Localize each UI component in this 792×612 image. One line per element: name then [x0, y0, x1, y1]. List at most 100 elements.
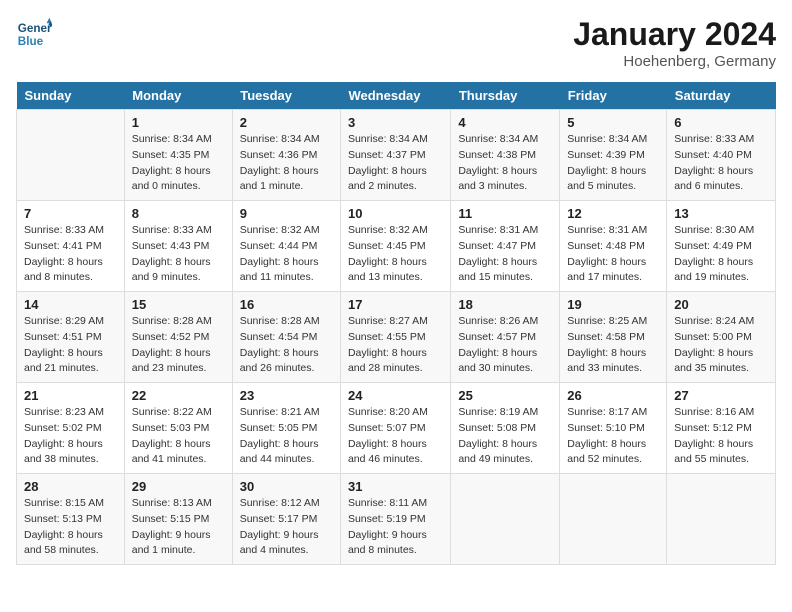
calendar-day-cell: 13Sunrise: 8:30 AMSunset: 4:49 PMDayligh… — [667, 201, 776, 292]
calendar-day-cell: 14 Sunrise: 8:29 AMSunset: 4:51 PMDayligh… — [17, 292, 125, 383]
day-number: 27 — [674, 388, 768, 403]
day-number: 22 — [132, 388, 225, 403]
day-number: 7 — [24, 206, 117, 221]
day-info: Sunrise: 8:33 AMSunset: 4:43 PMDaylight:… — [132, 223, 225, 286]
day-info: Sunrise: 8:21 AMSunset: 5:05 PMDaylight:… — [240, 405, 333, 468]
day-info: Sunrise: 8:23 AMSunset: 5:02 PMDaylight:… — [24, 405, 117, 468]
logo-icon: General Blue — [16, 16, 52, 52]
day-number: 26 — [567, 388, 659, 403]
calendar-week-row: 21 Sunrise: 8:23 AMSunset: 5:02 PMDayligh… — [17, 383, 776, 474]
day-info: Sunrise: 8:16 AMSunset: 5:12 PMDaylight:… — [674, 405, 768, 468]
day-number: 11 — [458, 206, 552, 221]
day-info: Sunrise: 8:34 AMSunset: 4:36 PMDaylight:… — [240, 132, 333, 195]
calendar-day-cell: 3 Sunrise: 8:34 AMSunset: 4:37 PMDaylight… — [340, 110, 450, 201]
calendar-day-cell: 21 Sunrise: 8:23 AMSunset: 5:02 PMDayligh… — [17, 383, 125, 474]
calendar-day-cell: 29Sunrise: 8:13 AMSunset: 5:15 PMDayligh… — [124, 474, 232, 565]
page-header: General Blue January 2024 Hoehenberg, Ge… — [16, 16, 776, 70]
weekday-header-cell: Friday — [560, 82, 667, 110]
day-info: Sunrise: 8:15 AMSunset: 5:13 PMDaylight:… — [24, 496, 117, 559]
day-info: Sunrise: 8:28 AMSunset: 4:52 PMDaylight:… — [132, 314, 225, 377]
day-info: Sunrise: 8:30 AMSunset: 4:49 PMDaylight:… — [674, 223, 768, 286]
day-info: Sunrise: 8:11 AMSunset: 5:19 PMDaylight:… — [348, 496, 443, 559]
day-number: 15 — [132, 297, 225, 312]
calendar-day-cell: 11 Sunrise: 8:31 AMSunset: 4:47 PMDayligh… — [451, 201, 560, 292]
day-number: 14 — [24, 297, 117, 312]
day-number: 21 — [24, 388, 117, 403]
calendar-day-cell: 26 Sunrise: 8:17 AMSunset: 5:10 PMDayligh… — [560, 383, 667, 474]
calendar-day-cell: 12Sunrise: 8:31 AMSunset: 4:48 PMDayligh… — [560, 201, 667, 292]
weekday-header-cell: Sunday — [17, 82, 125, 110]
calendar-table: SundayMondayTuesdayWednesdayThursdayFrid… — [16, 82, 776, 565]
calendar-week-row: 28 Sunrise: 8:15 AMSunset: 5:13 PMDayligh… — [17, 474, 776, 565]
weekday-header-cell: Tuesday — [232, 82, 340, 110]
day-number: 28 — [24, 479, 117, 494]
calendar-body: 1 Sunrise: 8:34 AMSunset: 4:35 PMDaylight… — [17, 110, 776, 565]
day-number: 6 — [674, 115, 768, 130]
day-number: 5 — [567, 115, 659, 130]
day-number: 4 — [458, 115, 552, 130]
day-number: 12 — [567, 206, 659, 221]
day-number: 1 — [132, 115, 225, 130]
calendar-day-cell: 16Sunrise: 8:28 AMSunset: 4:54 PMDayligh… — [232, 292, 340, 383]
title-block: January 2024 Hoehenberg, Germany — [573, 16, 776, 70]
weekday-header-cell: Thursday — [451, 82, 560, 110]
day-number: 23 — [240, 388, 333, 403]
calendar-day-cell: 25Sunrise: 8:19 AMSunset: 5:08 PMDayligh… — [451, 383, 560, 474]
calendar-day-cell: 5 Sunrise: 8:34 AMSunset: 4:39 PMDaylight… — [560, 110, 667, 201]
calendar-week-row: 14 Sunrise: 8:29 AMSunset: 4:51 PMDayligh… — [17, 292, 776, 383]
calendar-day-cell: 30 Sunrise: 8:12 AMSunset: 5:17 PMDayligh… — [232, 474, 340, 565]
day-info: Sunrise: 8:19 AMSunset: 5:08 PMDaylight:… — [458, 405, 552, 468]
calendar-week-row: 7 Sunrise: 8:33 AMSunset: 4:41 PMDaylight… — [17, 201, 776, 292]
weekday-header-cell: Saturday — [667, 82, 776, 110]
day-info: Sunrise: 8:27 AMSunset: 4:55 PMDaylight:… — [348, 314, 443, 377]
weekday-header-row: SundayMondayTuesdayWednesdayThursdayFrid… — [17, 82, 776, 110]
calendar-day-cell: 7 Sunrise: 8:33 AMSunset: 4:41 PMDaylight… — [17, 201, 125, 292]
day-info: Sunrise: 8:24 AMSunset: 5:00 PMDaylight:… — [674, 314, 768, 377]
day-number: 19 — [567, 297, 659, 312]
calendar-day-cell — [451, 474, 560, 565]
day-number: 9 — [240, 206, 333, 221]
svg-text:Blue: Blue — [18, 35, 44, 48]
day-info: Sunrise: 8:29 AMSunset: 4:51 PMDaylight:… — [24, 314, 117, 377]
calendar-day-cell — [560, 474, 667, 565]
calendar-day-cell: 23 Sunrise: 8:21 AMSunset: 5:05 PMDayligh… — [232, 383, 340, 474]
day-info: Sunrise: 8:34 AMSunset: 4:37 PMDaylight:… — [348, 132, 443, 195]
calendar-day-cell — [17, 110, 125, 201]
calendar-day-cell: 15 Sunrise: 8:28 AMSunset: 4:52 PMDayligh… — [124, 292, 232, 383]
calendar-day-cell — [667, 474, 776, 565]
day-number: 20 — [674, 297, 768, 312]
day-info: Sunrise: 8:34 AMSunset: 4:35 PMDaylight:… — [132, 132, 225, 195]
calendar-day-cell: 17 Sunrise: 8:27 AMSunset: 4:55 PMDayligh… — [340, 292, 450, 383]
calendar-day-cell: 4 Sunrise: 8:34 AMSunset: 4:38 PMDaylight… — [451, 110, 560, 201]
day-number: 2 — [240, 115, 333, 130]
day-info: Sunrise: 8:17 AMSunset: 5:10 PMDaylight:… — [567, 405, 659, 468]
calendar-day-cell: 9Sunrise: 8:32 AMSunset: 4:44 PMDaylight… — [232, 201, 340, 292]
day-info: Sunrise: 8:31 AMSunset: 4:47 PMDaylight:… — [458, 223, 552, 286]
calendar-week-row: 1 Sunrise: 8:34 AMSunset: 4:35 PMDaylight… — [17, 110, 776, 201]
day-number: 3 — [348, 115, 443, 130]
day-info: Sunrise: 8:32 AMSunset: 4:45 PMDaylight:… — [348, 223, 443, 286]
calendar-day-cell: 10 Sunrise: 8:32 AMSunset: 4:45 PMDayligh… — [340, 201, 450, 292]
day-number: 31 — [348, 479, 443, 494]
day-number: 8 — [132, 206, 225, 221]
day-number: 17 — [348, 297, 443, 312]
day-info: Sunrise: 8:26 AMSunset: 4:57 PMDaylight:… — [458, 314, 552, 377]
day-info: Sunrise: 8:34 AMSunset: 4:38 PMDaylight:… — [458, 132, 552, 195]
day-number: 16 — [240, 297, 333, 312]
day-info: Sunrise: 8:20 AMSunset: 5:07 PMDaylight:… — [348, 405, 443, 468]
day-number: 18 — [458, 297, 552, 312]
day-info: Sunrise: 8:34 AMSunset: 4:39 PMDaylight:… — [567, 132, 659, 195]
day-number: 24 — [348, 388, 443, 403]
day-number: 30 — [240, 479, 333, 494]
month-title: January 2024 — [573, 16, 776, 53]
calendar-day-cell: 19Sunrise: 8:25 AMSunset: 4:58 PMDayligh… — [560, 292, 667, 383]
calendar-day-cell: 22Sunrise: 8:22 AMSunset: 5:03 PMDayligh… — [124, 383, 232, 474]
calendar-day-cell: 6Sunrise: 8:33 AMSunset: 4:40 PMDaylight… — [667, 110, 776, 201]
weekday-header-cell: Wednesday — [340, 82, 450, 110]
day-info: Sunrise: 8:13 AMSunset: 5:15 PMDaylight:… — [132, 496, 225, 559]
svg-text:General: General — [18, 22, 52, 35]
day-info: Sunrise: 8:12 AMSunset: 5:17 PMDaylight:… — [240, 496, 333, 559]
day-info: Sunrise: 8:33 AMSunset: 4:41 PMDaylight:… — [24, 223, 117, 286]
day-number: 10 — [348, 206, 443, 221]
calendar-day-cell: 24 Sunrise: 8:20 AMSunset: 5:07 PMDayligh… — [340, 383, 450, 474]
